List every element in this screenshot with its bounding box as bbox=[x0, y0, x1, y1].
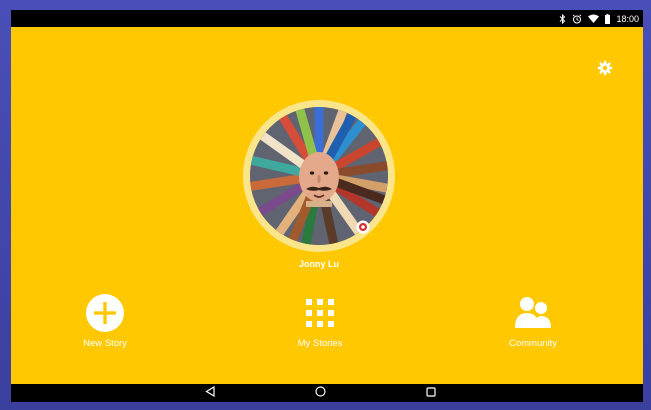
plus-circle-icon bbox=[85, 293, 125, 338]
grid-icon bbox=[305, 298, 335, 333]
recents-square-icon bbox=[426, 384, 436, 402]
my-stories-label: My Stories bbox=[297, 338, 343, 349]
home-button[interactable] bbox=[313, 384, 327, 402]
settings-button[interactable] bbox=[597, 60, 613, 81]
alarm-icon bbox=[572, 13, 582, 25]
profile-name: Jonny Lu bbox=[299, 259, 339, 269]
my-stories-button[interactable]: My Stories bbox=[260, 295, 380, 361]
bluetooth-icon bbox=[559, 13, 566, 25]
back-triangle-icon bbox=[205, 384, 215, 402]
home-circle-icon bbox=[314, 384, 326, 402]
wifi-icon bbox=[588, 13, 600, 25]
profile-avatar[interactable] bbox=[243, 100, 395, 252]
status-time: 18:00 bbox=[616, 13, 639, 24]
new-story-button[interactable]: New Story bbox=[45, 293, 165, 361]
app-screen: 18:00 Jonny Lu New Story My Stories Comm… bbox=[11, 10, 643, 402]
avatar-edit-badge[interactable] bbox=[356, 220, 370, 234]
gear-icon bbox=[597, 60, 613, 81]
system-nav-bar bbox=[11, 384, 643, 402]
status-bar: 18:00 bbox=[11, 10, 643, 27]
new-story-label: New Story bbox=[83, 338, 127, 349]
recents-button[interactable] bbox=[424, 387, 438, 399]
community-button[interactable]: Community bbox=[473, 295, 593, 361]
battery-icon bbox=[605, 13, 611, 25]
people-icon bbox=[513, 296, 553, 335]
community-label: Community bbox=[508, 338, 558, 349]
back-button[interactable] bbox=[203, 384, 217, 402]
